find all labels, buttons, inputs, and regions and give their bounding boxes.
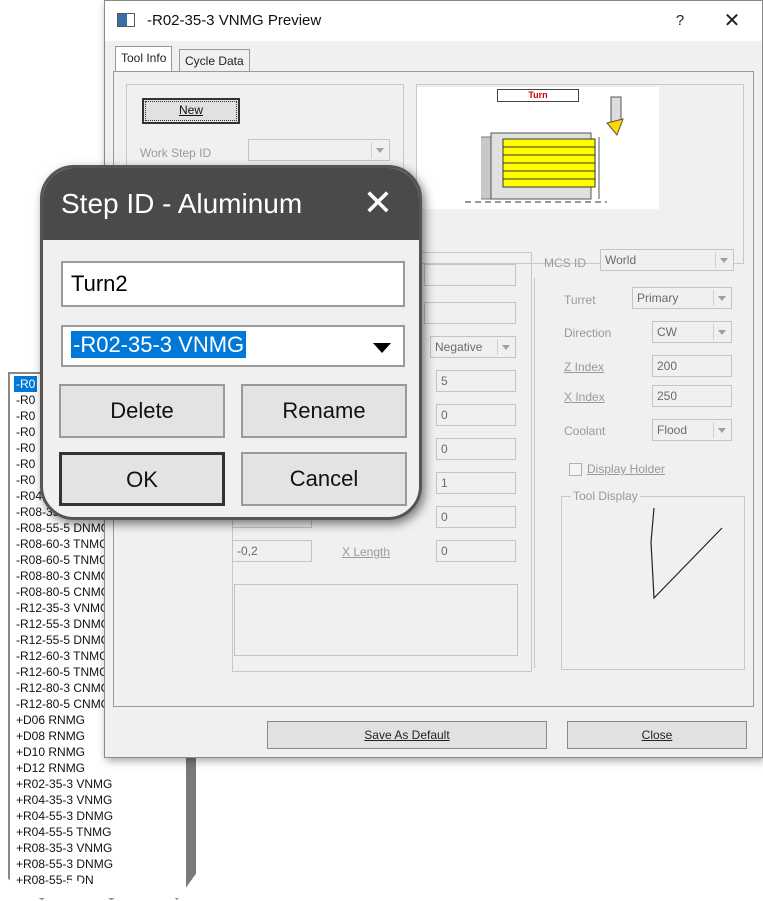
- list-item[interactable]: -R08-55-5 DNMG: [16, 520, 110, 536]
- dialog-close-icon[interactable]: ✕: [363, 182, 393, 224]
- param-field-1[interactable]: 5: [436, 370, 516, 392]
- tool-display-label: Tool Display: [571, 489, 640, 503]
- chevron-down-icon: [497, 339, 513, 355]
- list-item[interactable]: -R0: [16, 440, 35, 456]
- list-item[interactable]: +D06 RNMG: [16, 712, 85, 728]
- coolant-select[interactable]: Flood: [652, 419, 732, 441]
- turret-value: Primary: [637, 291, 679, 305]
- list-item[interactable]: +R02-35-3 VNMG: [16, 776, 112, 792]
- title-bar: -R02-35-3 VNMG Preview ? ✕: [105, 1, 762, 41]
- list-item[interactable]: -R08-60-3 TNMG: [16, 536, 108, 552]
- cancel-button[interactable]: Cancel: [241, 452, 407, 506]
- display-holder-checkbox[interactable]: [569, 463, 582, 476]
- list-item[interactable]: +R08-55-5 DN: [16, 872, 94, 888]
- param-field-2[interactable]: 0: [436, 404, 516, 426]
- x-length-field[interactable]: 0: [436, 540, 516, 562]
- list-item[interactable]: -R12-55-3 DNMG: [16, 616, 110, 632]
- list-item[interactable]: -R12-60-3 TNMG: [16, 648, 108, 664]
- zindex-label: Z Index: [564, 360, 605, 374]
- list-item[interactable]: +R04-55-3 DNMG: [16, 808, 113, 824]
- app-icon: [117, 13, 135, 27]
- list-item[interactable]: -R08-80-5 CNMG: [16, 584, 110, 600]
- tool-select[interactable]: -R02-35-3 VNMG: [61, 325, 405, 367]
- save-as-default-button[interactable]: Save As Default: [267, 721, 547, 749]
- new-button[interactable]: New: [142, 98, 240, 124]
- list-item[interactable]: +R08-35-3 VNMG: [16, 840, 112, 856]
- xindex-label: X Index: [564, 390, 605, 404]
- xindex-field[interactable]: 250: [652, 385, 732, 407]
- rename-button[interactable]: Rename: [241, 384, 407, 438]
- list-item[interactable]: -R08-60-5 TNMG: [16, 552, 108, 568]
- list-item[interactable]: -R04: [16, 488, 42, 504]
- direction-select[interactable]: CW: [652, 321, 732, 343]
- coolant-label: Coolant: [564, 424, 606, 438]
- list-item[interactable]: +D12 RNMG: [16, 760, 85, 776]
- list-item[interactable]: +R04-35-3 VNMG: [16, 792, 112, 808]
- x-length-label: X Length: [342, 545, 391, 559]
- window-title: -R02-35-3 VNMG Preview: [147, 12, 322, 29]
- mcs-value: World: [605, 253, 637, 267]
- divider: [534, 278, 535, 668]
- list-item[interactable]: +D10 RNMG: [16, 744, 85, 760]
- chevron-down-icon[interactable]: [373, 343, 391, 353]
- dialog-title: Step ID - Aluminum: [61, 188, 303, 219]
- ok-button[interactable]: OK: [59, 452, 225, 506]
- chevron-down-icon: [371, 142, 387, 158]
- list-item[interactable]: -R08-80-3 CNMG: [16, 568, 110, 584]
- work-step-select[interactable]: [248, 139, 390, 161]
- small-value-field[interactable]: -0,2: [232, 540, 312, 562]
- list-item[interactable]: -R0: [14, 376, 38, 392]
- hand-value: Negative: [435, 340, 483, 354]
- turret-label: Turret: [564, 293, 596, 307]
- param-field-5[interactable]: 0: [436, 506, 516, 528]
- tool-display-graphic: [650, 507, 723, 600]
- turning-diagram: [465, 96, 624, 203]
- list-item[interactable]: -R12-55-5 DNMG: [16, 632, 110, 648]
- turret-select[interactable]: Primary: [632, 287, 732, 309]
- tab-tool-info[interactable]: Tool Info: [115, 46, 173, 71]
- list-item[interactable]: -R0: [16, 392, 35, 408]
- coolant-value: Flood: [657, 423, 688, 437]
- param-field-3[interactable]: 0: [436, 438, 516, 460]
- mcs-label: MCS ID: [544, 256, 586, 270]
- toolpath-preview: Turn: [417, 87, 659, 209]
- tool-select-value: -R02-35-3 VNMG: [71, 331, 247, 358]
- mcs-select[interactable]: World: [600, 249, 734, 271]
- list-item[interactable]: -R0: [16, 408, 35, 424]
- direction-label: Direction: [564, 326, 612, 340]
- dialog-header: Step ID - Aluminum ✕: [43, 168, 419, 240]
- chevron-down-icon: [715, 252, 731, 268]
- help-button[interactable]: ?: [665, 9, 695, 33]
- list-item[interactable]: -R0: [16, 424, 35, 440]
- list-item[interactable]: -R0: [16, 456, 35, 472]
- list-item[interactable]: -R12-80-3 CNMG: [16, 680, 110, 696]
- tab-cycle-data[interactable]: Cycle Data: [179, 49, 250, 71]
- chevron-down-icon: [713, 290, 729, 306]
- param-field-4[interactable]: 1: [436, 472, 516, 494]
- direction-value: CW: [657, 325, 677, 339]
- display-holder-label: Display Holder: [587, 462, 666, 476]
- list-item[interactable]: +R08-55-3 DNMG: [16, 856, 113, 872]
- step-name-input[interactable]: Turn2: [61, 261, 405, 307]
- list-item[interactable]: -R0: [16, 472, 35, 488]
- list-item[interactable]: +D08 RNMG: [16, 728, 85, 744]
- hand-select[interactable]: Negative: [430, 336, 516, 358]
- param-field-b[interactable]: [424, 302, 516, 324]
- list-item[interactable]: -R12-60-5 TNMG: [16, 664, 108, 680]
- chevron-down-icon: [713, 422, 729, 438]
- delete-button[interactable]: Delete: [59, 384, 225, 438]
- zindex-field[interactable]: 200: [652, 355, 732, 377]
- list-item[interactable]: -R12-80-5 CNMG: [16, 696, 110, 712]
- list-item[interactable]: -R12-35-3 VNMG: [16, 600, 109, 616]
- list-item[interactable]: +R04-55-5 TNMG: [16, 824, 111, 840]
- param-field-a[interactable]: [424, 264, 516, 286]
- step-id-dialog: Step ID - Aluminum ✕ Turn2 -R02-35-3 VNM…: [40, 165, 422, 520]
- close-icon[interactable]: ✕: [717, 9, 747, 33]
- notes-field[interactable]: [234, 584, 518, 656]
- work-step-label: Work Step ID: [140, 146, 212, 160]
- chevron-down-icon: [713, 324, 729, 340]
- close-button[interactable]: Close: [567, 721, 747, 749]
